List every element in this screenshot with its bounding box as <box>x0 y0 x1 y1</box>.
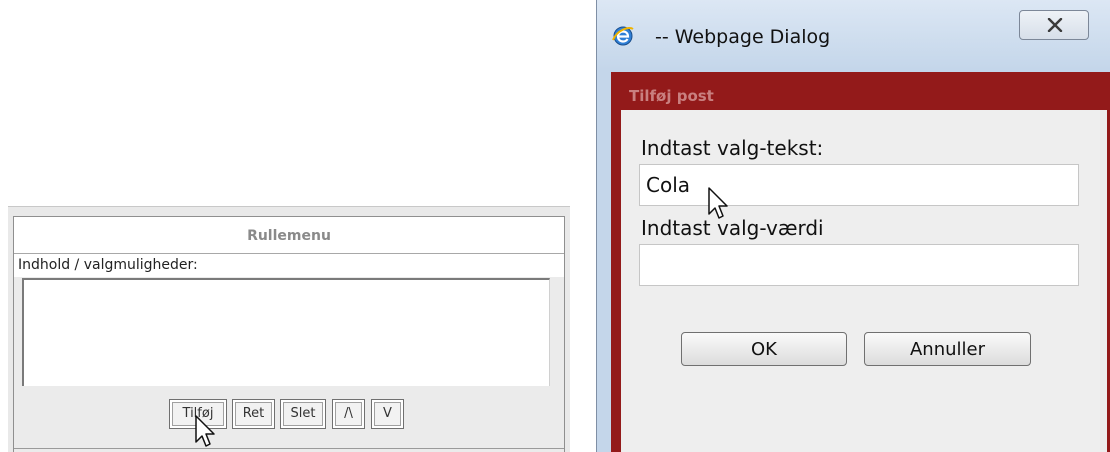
dialog-content-frame: Tilføj post Indtast valg-tekst: Indtast … <box>611 72 1110 452</box>
delete-button[interactable]: Slet <box>280 399 326 429</box>
move-down-button[interactable]: V <box>371 399 404 429</box>
dialog-titlebar[interactable]: -- Webpage Dialog <box>597 0 1110 70</box>
dialog-body: Indtast valg-tekst: Indtast valg-værdi O… <box>621 110 1107 452</box>
move-up-button[interactable]: /\ <box>332 399 365 429</box>
close-x-icon <box>1047 18 1063 32</box>
internet-explorer-icon <box>612 26 634 46</box>
option-value-input[interactable] <box>639 244 1079 286</box>
close-button[interactable] <box>1019 10 1089 40</box>
add-entry-header: Tilføj post <box>629 87 714 105</box>
option-text-input[interactable] <box>639 164 1079 206</box>
rullemenu-title: Rullemenu <box>14 217 564 254</box>
dialog-window-title: -- Webpage Dialog <box>655 26 831 48</box>
mouse-cursor-icon <box>708 187 728 219</box>
mouse-cursor-icon <box>195 415 215 447</box>
content-options-label: Indhold / valgmuligheder: <box>14 254 564 277</box>
option-value-label: Indtast valg-værdi <box>641 216 824 240</box>
edit-button[interactable]: Ret <box>232 399 275 429</box>
panel-divider <box>14 448 564 449</box>
webpage-dialog-window: -- Webpage Dialog Tilføj post Indtast va… <box>596 0 1110 452</box>
rullemenu-panel: Rullemenu Indhold / valgmuligheder: Tilf… <box>8 206 570 452</box>
options-listbox[interactable] <box>22 278 550 386</box>
cancel-button[interactable]: Annuller <box>864 332 1031 366</box>
ok-button[interactable]: OK <box>681 332 847 366</box>
rullemenu-box: Rullemenu Indhold / valgmuligheder: Tilf… <box>13 216 565 452</box>
option-text-label: Indtast valg-tekst: <box>641 136 824 160</box>
screenshot-stage: Rullemenu Indhold / valgmuligheder: Tilf… <box>0 0 1110 452</box>
